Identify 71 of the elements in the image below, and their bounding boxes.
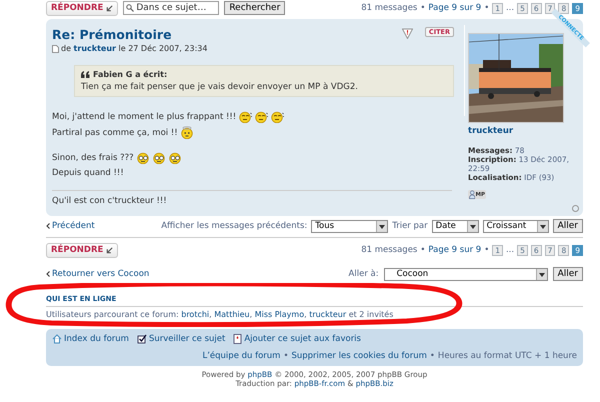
chevron-icon xyxy=(46,271,50,277)
user-link[interactable]: brotchi xyxy=(181,310,210,319)
footer-link[interactable]: Supprimer les cookies du forum xyxy=(291,351,427,361)
show-label: Afficher les messages précédents: xyxy=(161,221,308,231)
footer-link[interactable]: Surveiller ce sujet xyxy=(136,334,226,344)
dropdown[interactable]: Date xyxy=(432,220,479,232)
search-button[interactable]: Rechercher xyxy=(224,1,286,15)
quote-text: Tien ça me fait penser que je vais devoir envoyer un MP à VDG2. xyxy=(81,82,359,92)
page-link[interactable]: Page 9 sur 9 xyxy=(428,245,482,255)
signature: Qu'il est con c'truckteur !!! xyxy=(52,190,452,216)
quote-author: Fabien G a écrit: xyxy=(93,70,168,79)
timezone-text: Heures au format UTC + 1 heure xyxy=(438,351,577,361)
footer-link[interactable]: L’équipe du forum xyxy=(202,351,280,361)
online-users-text: Utilisateurs parcourant ce forum: brotchi, Matthieu, Miss Playmo, truckteur et 2 invités xyxy=(46,310,394,319)
reply-button[interactable]: RÉPONDRE xyxy=(46,242,118,258)
quote-icon xyxy=(81,71,90,78)
page-ellipsis: ... xyxy=(506,3,514,13)
checkbox-icon xyxy=(136,334,147,344)
sort-label: Trier par xyxy=(392,221,428,231)
smiley-icon xyxy=(270,110,284,123)
post-text: Partiral pas comme ça, moi !! xyxy=(52,128,178,138)
bullet-separator: • xyxy=(420,245,426,255)
caret-icon xyxy=(538,272,545,276)
bullet-separator: • xyxy=(430,351,435,361)
smiley-icon xyxy=(152,151,166,164)
post-text: Sinon, des frais ??? xyxy=(52,152,134,162)
reply-button[interactable]: RÉPONDRE xyxy=(46,0,118,16)
arrow-icon xyxy=(106,246,114,254)
user-link[interactable]: Matthieu xyxy=(214,310,250,319)
username-link[interactable]: truckteur xyxy=(468,126,583,136)
smiley-icon xyxy=(238,110,252,123)
smiley-icon xyxy=(136,151,150,164)
bullet-separator: • xyxy=(283,351,288,361)
smiley-icon xyxy=(180,126,194,139)
page-link[interactable]: Page 9 sur 9 xyxy=(428,3,482,13)
search-icon xyxy=(126,4,134,12)
post-byline: de truckteur le 27 Déc 2007, 23:34 xyxy=(61,44,208,53)
footer-link[interactable]: Ajouter ce sujet aux favoris xyxy=(233,334,361,344)
caret-icon xyxy=(470,224,476,228)
smiley-icon xyxy=(168,151,182,164)
message-count: 81 messages xyxy=(361,245,418,255)
document-icon xyxy=(52,44,59,52)
post-text: Moi, j'attend le moment le plus frappant !!! xyxy=(52,112,236,122)
post-text: Depuis quand !!! xyxy=(52,168,124,178)
bullet-separator: • xyxy=(484,245,490,255)
bullet-separator: • xyxy=(484,3,490,13)
dropdown[interactable]: Croissant xyxy=(482,220,549,232)
chevron-icon xyxy=(46,223,50,229)
caret-icon xyxy=(379,224,386,228)
post-title[interactable]: Re: Prémonitoire xyxy=(52,27,172,42)
search-field[interactable]: Dans ce sujet… xyxy=(123,1,220,15)
bullet-separator: • xyxy=(420,3,426,13)
arrow-icon xyxy=(106,4,114,12)
smiley-icon xyxy=(254,110,268,123)
dropdown[interactable]: Cocoon xyxy=(384,268,548,280)
footer-link[interactable]: Index du forum xyxy=(52,334,129,344)
jump-label: Aller à: xyxy=(348,269,379,279)
dropdown[interactable]: Tous xyxy=(311,220,388,232)
go-button[interactable]: Aller xyxy=(552,219,583,233)
author-link[interactable]: truckteur xyxy=(74,44,116,53)
previous-link[interactable]: Précédent xyxy=(46,221,95,231)
caret-icon xyxy=(540,224,546,228)
user-link[interactable]: Miss Playmo xyxy=(254,310,304,319)
user-link[interactable]: truckteur xyxy=(309,310,346,319)
message-count: 81 messages xyxy=(361,3,418,13)
go-button[interactable]: Aller xyxy=(552,267,583,281)
page-ellipsis: ... xyxy=(506,245,514,255)
top-icon[interactable] xyxy=(572,205,579,212)
back-link[interactable]: Retourner vers Cocoon xyxy=(46,269,150,279)
home-icon xyxy=(52,334,62,344)
bookmark-icon xyxy=(233,334,242,344)
